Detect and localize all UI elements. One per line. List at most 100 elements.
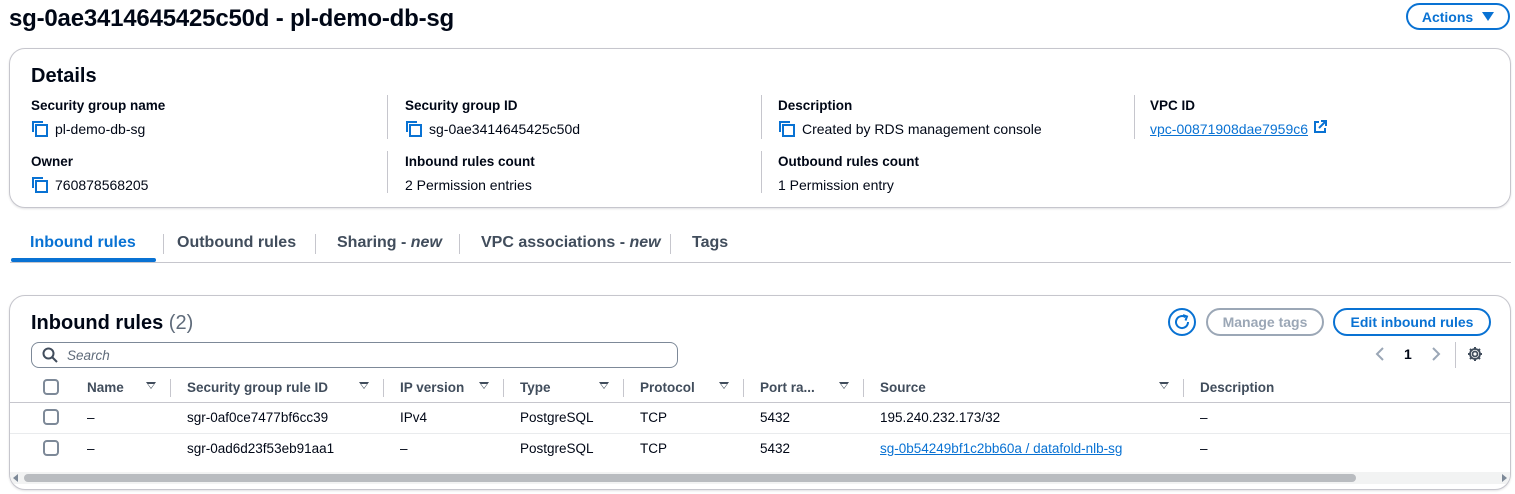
vpc-id-link[interactable]: vpc-00871908dae7959c6 — [1150, 121, 1308, 137]
row-checkbox[interactable] — [43, 440, 59, 456]
column-header-source[interactable]: Source — [880, 380, 926, 395]
tab-sharing[interactable]: Sharing - new — [337, 234, 442, 252]
column-header-description[interactable]: Description — [1200, 380, 1274, 395]
copy-icon[interactable] — [405, 120, 423, 138]
column-header-ip-version[interactable]: IP version — [400, 380, 464, 395]
select-all-checkbox[interactable] — [43, 379, 59, 395]
scroll-right-icon[interactable] — [1502, 474, 1507, 482]
scrollbar-thumb[interactable] — [24, 474, 1356, 482]
table-row[interactable]: – sgr-0ad6d23f53eb91aa1 – PostgreSQL TCP… — [10, 434, 1510, 465]
cell-type: PostgreSQL — [520, 410, 594, 425]
gear-icon — [1468, 347, 1482, 361]
cell-name: – — [87, 410, 95, 425]
caret-down-icon — [1482, 12, 1495, 21]
tab-outbound-rules[interactable]: Outbound rules — [177, 234, 296, 252]
cell-protocol: TCP — [640, 441, 667, 456]
table-row[interactable]: – sgr-0af0ce7477bf6cc39 IPv4 PostgreSQL … — [10, 403, 1510, 434]
tab-tags[interactable]: Tags — [692, 234, 728, 252]
column-header-protocol[interactable]: Protocol — [640, 380, 695, 395]
actions-button[interactable]: Actions — [1406, 3, 1510, 30]
sort-icon[interactable] — [146, 382, 156, 389]
search-input[interactable] — [67, 347, 647, 363]
column-header-name[interactable]: Name — [87, 380, 124, 395]
refresh-icon — [1175, 314, 1190, 330]
tab-sharing-label: Sharing - — [337, 234, 411, 251]
sort-icon[interactable] — [479, 382, 489, 389]
horizontal-scrollbar[interactable] — [10, 472, 1510, 484]
source-security-group-link[interactable]: sg-0b54249bf1c2bb60a / datafold-nlb-sg — [880, 441, 1122, 456]
cell-rule-id: sgr-0af0ce7477bf6cc39 — [187, 410, 329, 425]
tab-inbound-rules[interactable]: Inbound rules — [30, 234, 136, 252]
copy-icon[interactable] — [31, 120, 49, 138]
tab-vpc-new: new — [629, 234, 661, 251]
external-link-icon[interactable] — [1313, 120, 1328, 137]
tab-vpc-associations[interactable]: VPC associations - new — [481, 234, 661, 252]
cell-port-range: 5432 — [760, 441, 791, 456]
scroll-left-icon[interactable] — [13, 474, 18, 482]
sort-icon[interactable] — [599, 382, 609, 389]
details-title: Details — [31, 65, 97, 87]
table-header-row: Name Security group rule ID IP version T… — [10, 373, 1510, 403]
detail-value: 1 Permission entry — [778, 176, 894, 193]
search-icon — [42, 347, 58, 363]
row-checkbox[interactable] — [43, 409, 59, 425]
cell-ip-version: IPv4 — [400, 410, 428, 425]
inbound-rules-panel: Inbound rules (2) Manage tags Edit inbou… — [9, 295, 1511, 490]
detail-label: VPC ID — [1150, 98, 1196, 113]
cell-type: PostgreSQL — [520, 441, 594, 456]
detail-label: Outbound rules count — [778, 154, 919, 169]
copy-icon[interactable] — [778, 120, 796, 138]
detail-label: Security group name — [31, 98, 166, 113]
cell-description: – — [1200, 441, 1208, 456]
cell-protocol: TCP — [640, 410, 667, 425]
search-box[interactable] — [31, 342, 678, 368]
manage-tags-button[interactable]: Manage tags — [1206, 308, 1324, 336]
previous-page-button[interactable] — [1375, 346, 1385, 365]
tab-vpc-label: VPC associations - — [481, 234, 630, 251]
detail-inbound-count: Inbound rules count 2 Permission entries — [405, 154, 535, 194]
column-header-port-range[interactable]: Port ra... — [760, 380, 815, 395]
detail-label: Owner — [31, 154, 74, 169]
page-title: sg-0ae3414645425c50d - pl-demo-db-sg — [9, 5, 454, 32]
detail-value: 760878568205 — [55, 176, 149, 193]
actions-label: Actions — [1421, 8, 1474, 25]
refresh-button[interactable] — [1168, 308, 1196, 336]
column-header-rule-id[interactable]: Security group rule ID — [187, 380, 328, 395]
cell-description: – — [1200, 410, 1208, 425]
detail-value: Created by RDS management console — [802, 120, 1042, 137]
active-tab-indicator — [11, 258, 156, 262]
detail-value: pl-demo-db-sg — [55, 120, 146, 137]
inbound-rules-count: (2) — [168, 312, 194, 334]
inbound-rules-heading: Inbound rules — [31, 312, 164, 334]
detail-label: Description — [778, 98, 853, 113]
cell-source: 195.240.232.173/32 — [880, 410, 1001, 425]
chevron-right-icon — [1432, 347, 1441, 361]
settings-button[interactable] — [1467, 346, 1483, 367]
column-header-type[interactable]: Type — [520, 380, 551, 395]
inbound-rules-title: Inbound rules (2) — [31, 312, 193, 335]
edit-inbound-rules-button[interactable]: Edit inbound rules — [1333, 308, 1491, 336]
chevron-left-icon — [1375, 347, 1384, 361]
detail-value: sg-0ae3414645425c50d — [429, 120, 581, 137]
sort-icon[interactable] — [1159, 382, 1169, 389]
next-page-button[interactable] — [1431, 346, 1441, 365]
cell-name: – — [87, 441, 95, 456]
tab-sharing-new: new — [410, 234, 442, 251]
detail-security-group-id: Security group ID sg-0ae3414645425c50d — [405, 98, 580, 138]
sort-icon[interactable] — [359, 382, 369, 389]
tab-bar: Inbound rules Outbound rules Sharing - n… — [10, 228, 1511, 263]
detail-outbound-count: Outbound rules count 1 Permission entry — [778, 154, 919, 194]
cell-port-range: 5432 — [760, 410, 791, 425]
detail-label: Inbound rules count — [405, 154, 535, 169]
detail-description: Description Created by RDS management co… — [778, 98, 1042, 138]
sort-icon[interactable] — [719, 382, 729, 389]
detail-label: Security group ID — [405, 98, 518, 113]
detail-security-group-name: Security group name pl-demo-db-sg — [31, 98, 165, 138]
detail-value: 2 Permission entries — [405, 176, 532, 193]
cell-ip-version: – — [400, 441, 408, 456]
page-number[interactable]: 1 — [1404, 346, 1412, 362]
sort-icon[interactable] — [839, 382, 849, 389]
copy-icon[interactable] — [31, 176, 49, 194]
detail-vpc-id: VPC ID vpc-00871908dae7959c6 — [1150, 98, 1328, 138]
details-panel: Details Security group name pl-demo-db-s… — [9, 48, 1511, 208]
